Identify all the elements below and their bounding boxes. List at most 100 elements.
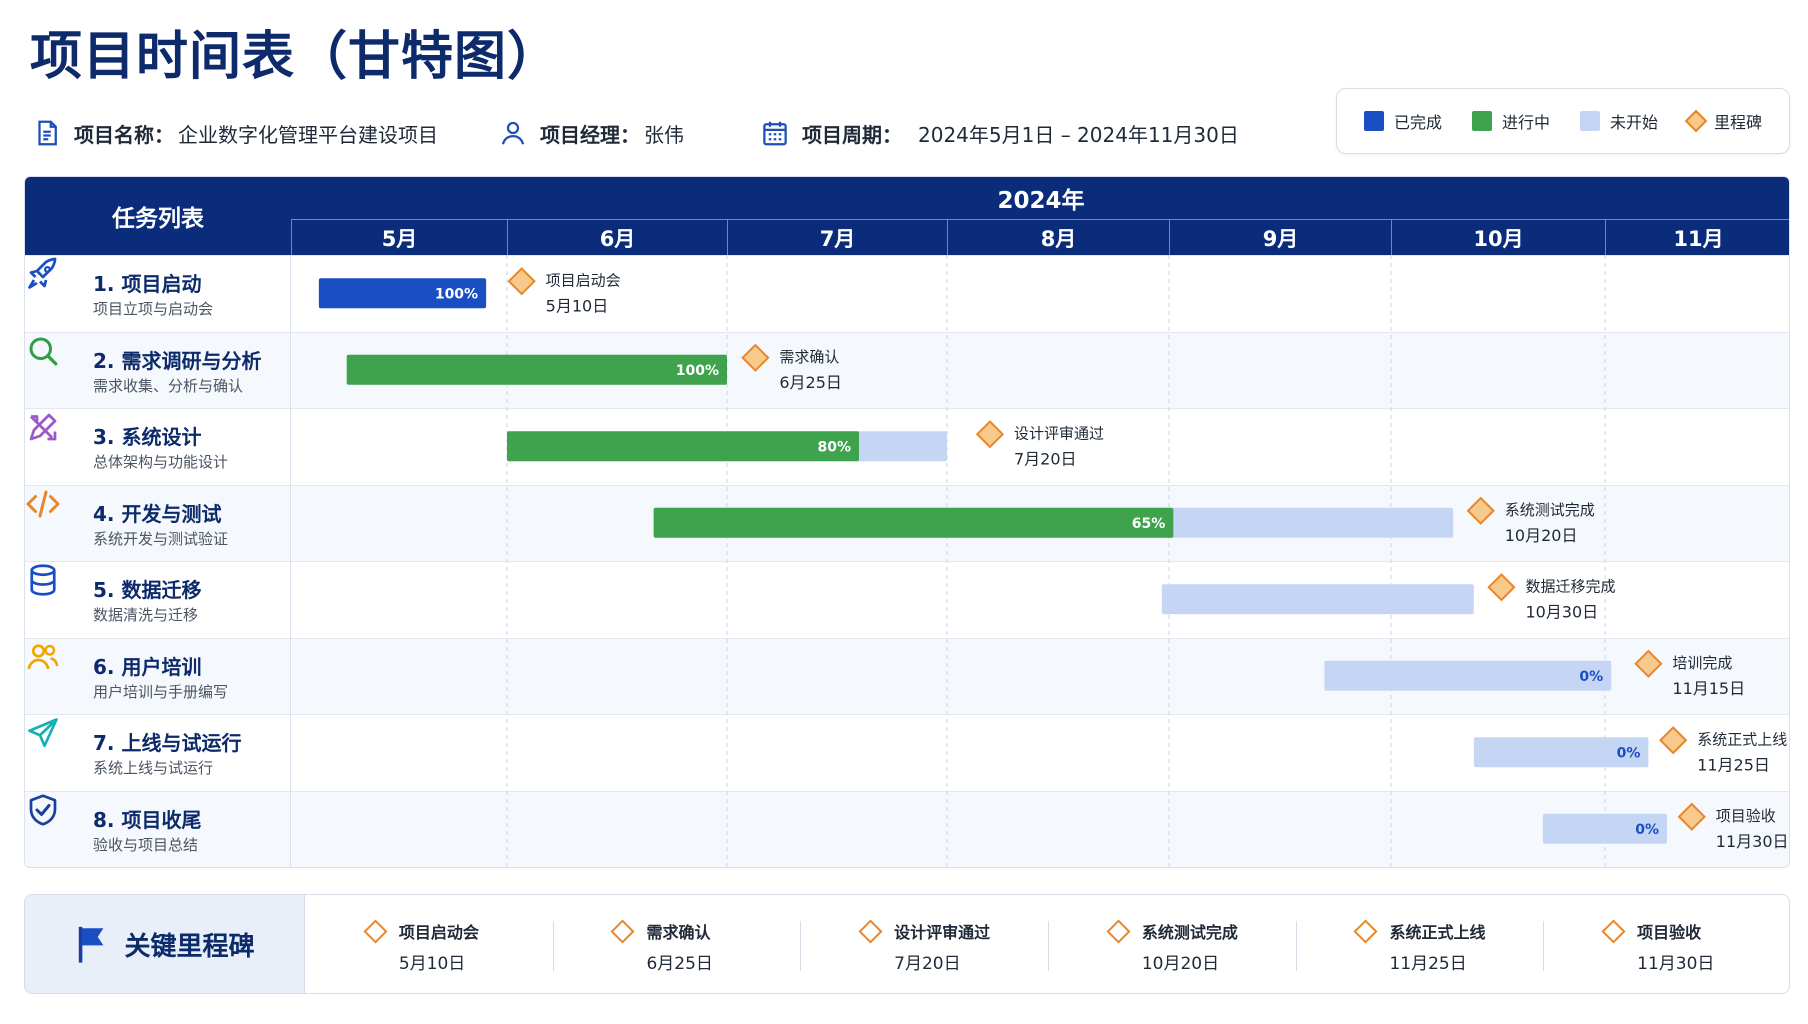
- key-milestones-bar: 关键里程碑 项目启动会 5月10日 需求确认 6月25日 设计评审通过 7月20日 系统测试…: [24, 894, 1790, 994]
- milestone-date: 10月20日: [1505, 526, 1578, 545]
- task-progress-label: 0%: [1617, 745, 1641, 761]
- key-milestone-date: 5月10日: [398, 954, 466, 974]
- project-period-value: 2024年5月1日 – 2024年11月30日: [918, 122, 1239, 147]
- legend-milestone: 里程碑: [1684, 109, 1762, 133]
- task-progress-bar: [507, 431, 859, 462]
- project-manager-label: 项目经理：: [540, 122, 640, 147]
- task-bar: [1324, 660, 1612, 691]
- legend-notstarted-label: 未开始: [1609, 113, 1658, 132]
- milestone-diamond-icon: [1353, 919, 1379, 944]
- project-period-info: 项目周期： 2024年5月1日 – 2024年11月30日: [760, 118, 1239, 148]
- project-period-label: 项目周期：: [802, 122, 902, 147]
- legend-milestone-label: 里程碑: [1713, 113, 1762, 132]
- key-milestone-date: 6月25日: [646, 954, 713, 974]
- page-title: 项目时间表（甘特图）: [30, 27, 561, 87]
- milestone-name: 项目启动会: [546, 271, 621, 289]
- milestone-name: 系统测试完成: [1505, 501, 1595, 519]
- month-header-2: 6月: [507, 219, 727, 255]
- key-milestone-item: 系统正式上线 11月25日: [1296, 895, 1544, 993]
- key-milestone-item: 项目启动会 5月10日: [305, 895, 553, 993]
- year-header: 2024年: [291, 177, 1789, 219]
- milestone-date: 10月30日: [1525, 602, 1598, 621]
- month-header-7: 11月: [1605, 219, 1789, 255]
- milestone-diamond: [1634, 649, 1663, 678]
- task-progress-label: 80%: [817, 439, 851, 455]
- milestone-separator: [800, 921, 802, 971]
- legend-notstarted-swatch: [1579, 111, 1600, 131]
- project-name-label: 项目名称：: [74, 122, 174, 147]
- key-milestone-name: 系统正式上线: [1389, 923, 1486, 942]
- month-headers: 5月 6月 7月 8月 9月 10月 11月: [291, 219, 1789, 255]
- legend-milestone-diamond: [1684, 109, 1708, 133]
- task-progress-label: 65%: [1132, 516, 1166, 532]
- milestone-diamond: [1487, 573, 1516, 602]
- task-progress-bar: [653, 507, 1174, 538]
- milestone-diamond: [741, 343, 770, 372]
- key-milestone-name: 系统测试完成: [1141, 923, 1238, 942]
- task-progress-label: 100%: [435, 286, 478, 302]
- milestone-diamond-icon: [363, 919, 388, 944]
- milestone-date: 6月25日: [779, 373, 842, 392]
- key-milestone-item: 系统测试完成 10月20日: [1048, 895, 1296, 993]
- month-header-4: 8月: [947, 219, 1169, 255]
- key-milestone-date: 11月30日: [1637, 954, 1715, 974]
- milestone-diamond-icon: [1106, 919, 1131, 944]
- milestone-separator: [552, 921, 554, 971]
- gantt-chart: 1. 项目启动 项目立项与启动会 2. 需求调研与分析 需求收集、分析与确认 3. 系统…: [24, 176, 1790, 868]
- key-milestone-name: 设计评审通过: [894, 923, 991, 942]
- milestone-name: 项目验收: [1716, 807, 1776, 825]
- milestone-separator: [1295, 921, 1297, 971]
- legend-done-label: 已完成: [1393, 113, 1442, 132]
- key-milestone-name: 需求确认: [646, 923, 711, 942]
- legend: 已完成 进行中 未开始 里程碑: [1336, 88, 1790, 154]
- milestone-diamond: [1466, 496, 1495, 525]
- milestone-name: 需求确认: [779, 348, 839, 366]
- milestone-name: 培训完成: [1672, 654, 1732, 672]
- task-progress-label: 100%: [676, 363, 719, 379]
- user-icon: [501, 121, 525, 145]
- key-milestones-title: 关键里程碑: [124, 931, 255, 962]
- milestone-separator: [1543, 921, 1545, 971]
- task-bar: [1161, 584, 1474, 615]
- flag-icon: [79, 926, 104, 963]
- milestone-diamond-icon: [1601, 919, 1626, 944]
- legend-inprogress: 进行中: [1471, 109, 1550, 133]
- milestone-diamond: [1677, 802, 1706, 831]
- milestone-name: 设计评审通过: [1014, 424, 1104, 442]
- task-list-header: 任务列表: [25, 177, 291, 255]
- month-header-3: 7月: [727, 219, 947, 255]
- key-milestone-date: 7月20日: [894, 954, 961, 974]
- milestone-diamond: [507, 267, 536, 296]
- task-progress-label: 0%: [1635, 822, 1659, 838]
- key-milestone-name: 项目启动会: [398, 923, 479, 942]
- milestone-date: 5月10日: [546, 296, 609, 315]
- key-milestone-item: 设计评审通过 7月20日: [800, 895, 1048, 993]
- month-header-6: 10月: [1391, 219, 1605, 255]
- milestone-date: 11月25日: [1697, 755, 1770, 774]
- document-icon: [38, 120, 57, 146]
- project-manager-value: 张伟: [644, 122, 684, 147]
- milestone-diamond: [1659, 726, 1688, 755]
- legend-inprogress-label: 进行中: [1501, 113, 1550, 132]
- task-progress-label: 0%: [1579, 669, 1603, 685]
- milestone-name: 数据迁移完成: [1525, 577, 1615, 595]
- milestone-date: 7月20日: [1014, 449, 1077, 468]
- legend-done: 已完成: [1363, 109, 1442, 133]
- month-header-5: 9月: [1169, 219, 1391, 255]
- milestone-name: 系统正式上线: [1697, 730, 1787, 748]
- key-milestone-name: 项目验收: [1637, 923, 1702, 942]
- task-progress-bar: [346, 354, 727, 385]
- legend-done-swatch: [1363, 111, 1384, 131]
- project-name-info: 项目名称： 企业数字化管理平台建设项目: [32, 118, 438, 148]
- milestone-separator: [1048, 921, 1049, 971]
- milestone-date: 11月30日: [1716, 832, 1789, 851]
- milestone-diamond-icon: [858, 919, 883, 944]
- project-manager-info: 项目经理： 张伟: [498, 118, 684, 148]
- key-milestone-date: 11月25日: [1389, 954, 1467, 974]
- key-milestone-date: 10月20日: [1141, 954, 1220, 974]
- milestone-diamond: [975, 420, 1005, 449]
- project-name-value: 企业数字化管理平台建设项目: [178, 122, 438, 147]
- legend-notstarted: 未开始: [1579, 109, 1658, 133]
- key-milestone-item: 项目验收 11月30日: [1543, 895, 1789, 993]
- gantt-plot: 100% 项目启动会 5月10日 100% 需求确认 6月25日 80% 设计评审通过 7月20…: [318, 255, 1789, 867]
